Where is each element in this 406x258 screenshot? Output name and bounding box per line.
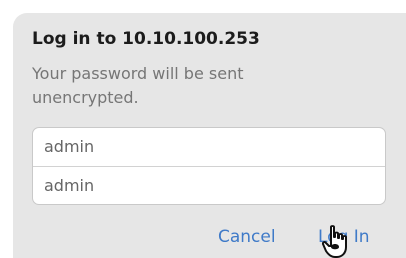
dialog-title: Log in to 10.10.100.253 <box>32 29 260 49</box>
login-dialog: Log in to 10.10.100.253 Your password wi… <box>13 13 406 258</box>
credentials-fields: admin admin <box>32 127 386 205</box>
dialog-message: Your password will be sent unencrypted. <box>32 64 244 107</box>
hand-pointer-icon <box>322 225 347 258</box>
cancel-button[interactable]: Cancel <box>218 227 276 247</box>
password-field[interactable]: admin <box>33 166 385 204</box>
username-field[interactable]: admin <box>33 128 385 166</box>
